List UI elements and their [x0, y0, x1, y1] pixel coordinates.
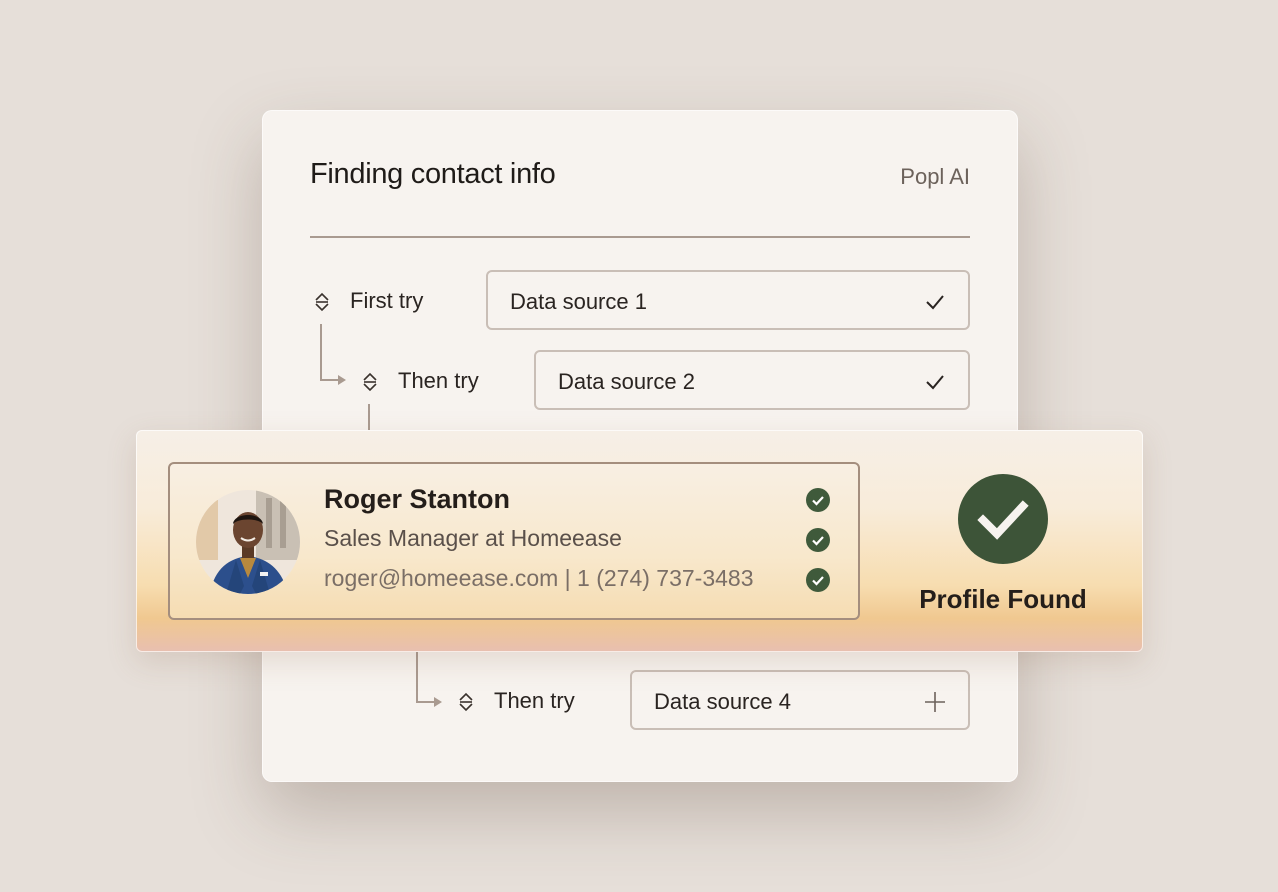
profile-name: Roger Stanton	[324, 484, 510, 514]
step-label: Then try	[398, 368, 479, 393]
panel-title: Finding contact info	[310, 158, 556, 190]
avatar	[196, 490, 300, 594]
profile-role: Sales Manager at Homeease	[324, 525, 622, 551]
profile-found-label: Profile Found	[919, 584, 1087, 614]
profile-result-banner: Roger Stanton Sales Manager at Homeease …	[136, 430, 1143, 652]
flow-connector	[416, 650, 442, 707]
brand-label: Popl AI	[900, 164, 970, 189]
divider	[310, 236, 970, 238]
select-value: Data source 1	[510, 289, 647, 314]
check-icon	[926, 375, 944, 390]
check-icon	[926, 295, 944, 310]
sort-handle-icon[interactable]	[314, 292, 330, 312]
step-row-1: First try Data source 1	[310, 270, 970, 334]
sort-handle-icon[interactable]	[362, 372, 378, 392]
flow-connector	[368, 404, 370, 432]
plus-icon[interactable]	[924, 692, 946, 712]
data-source-select-4[interactable]: Data source 4	[630, 670, 970, 730]
profile-contact: roger@homeease.com | 1 (274) 737-3483	[324, 565, 754, 591]
data-source-select-2[interactable]: Data source 2	[534, 350, 970, 410]
verified-check-icon	[806, 488, 830, 512]
data-source-select-1[interactable]: Data source 1	[486, 270, 970, 330]
sort-handle-icon[interactable]	[458, 692, 474, 712]
step-label: Then try	[494, 688, 575, 713]
select-value: Data source 4	[654, 689, 791, 714]
person-photo-icon	[196, 490, 300, 594]
step-row-4: Then try Data source 4	[454, 670, 970, 734]
step-label: First try	[350, 288, 424, 313]
step-row-2: Then try Data source 2	[358, 350, 970, 414]
verified-check-icon	[806, 528, 830, 552]
success-check-icon	[958, 474, 1048, 564]
profile-card[interactable]: Roger Stanton Sales Manager at Homeease …	[168, 462, 860, 620]
flow-connector	[320, 324, 346, 385]
verified-check-icon	[806, 568, 830, 592]
select-value: Data source 2	[558, 369, 695, 394]
